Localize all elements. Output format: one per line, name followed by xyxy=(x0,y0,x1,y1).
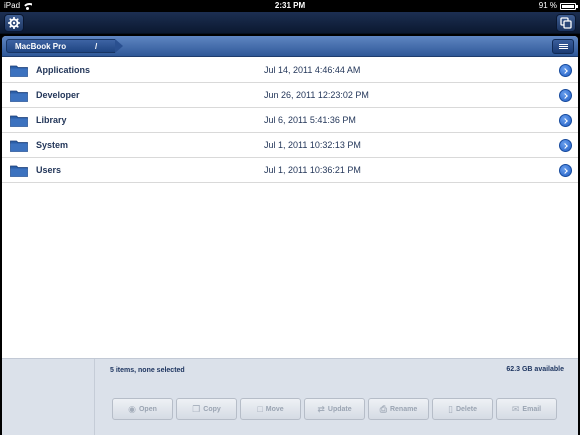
detail-disclosure-icon[interactable] xyxy=(559,64,572,77)
available-space: 62.3 GB available xyxy=(506,366,564,373)
file-row-developer[interactable]: Developer Jun 26, 2011 12:23:02 PM xyxy=(2,83,578,108)
delete-button[interactable]: ▯ Delete xyxy=(432,398,493,420)
copy-icon: ❐ xyxy=(192,403,201,414)
delete-label: Delete xyxy=(455,405,477,413)
file-name: Users xyxy=(36,165,62,175)
file-row-users[interactable]: Users Jul 1, 2011 10:36:21 PM xyxy=(2,158,578,183)
folder-icon xyxy=(10,115,28,127)
detail-disclosure-icon[interactable] xyxy=(559,89,572,102)
toolbar-side-column xyxy=(2,359,95,435)
email-label: Email xyxy=(522,405,542,413)
file-name: Library xyxy=(36,115,67,125)
file-row-system[interactable]: System Jul 1, 2011 10:32:13 PM xyxy=(2,133,578,158)
path-bar: MacBook Pro / xyxy=(2,36,578,57)
list-menu-button[interactable] xyxy=(552,39,574,54)
folder-icon xyxy=(10,165,28,177)
folder-icon xyxy=(10,65,28,77)
sync-icon: ⇄ xyxy=(317,403,325,414)
battery-percent: 91 % xyxy=(538,1,557,10)
status-bar: iPad 2:31 PM 91 % xyxy=(0,0,580,12)
document-icon: □ xyxy=(257,403,263,414)
file-name: Developer xyxy=(36,90,80,100)
detail-disclosure-icon[interactable] xyxy=(559,164,572,177)
folder-icon xyxy=(10,140,28,152)
detail-disclosure-icon[interactable] xyxy=(559,114,572,127)
file-date: Jul 1, 2011 10:32:13 PM xyxy=(264,140,361,150)
trash-icon: ▯ xyxy=(448,403,453,414)
eye-icon: ◉ xyxy=(128,403,136,414)
open-label: Open xyxy=(138,405,157,413)
email-button[interactable]: ✉ Email xyxy=(496,398,557,420)
file-date: Jul 14, 2011 4:46:44 AM xyxy=(264,65,361,75)
settings-button[interactable] xyxy=(4,14,24,32)
file-row-library[interactable]: Library Jul 6, 2011 5:41:36 PM xyxy=(2,108,578,133)
selection-status: 5 items, none selected xyxy=(110,367,185,374)
detail-disclosure-icon[interactable] xyxy=(559,139,572,152)
file-name: System xyxy=(36,140,69,150)
battery-icon xyxy=(560,2,578,10)
clock: 2:31 PM xyxy=(274,1,306,10)
copy-button[interactable]: ❐ Copy xyxy=(176,398,237,420)
file-date: Jul 1, 2011 10:36:21 PM xyxy=(264,165,361,175)
envelope-icon: ✉ xyxy=(511,403,520,414)
move-label: Move xyxy=(265,405,284,413)
file-name: Applications xyxy=(36,65,91,75)
top-navigation-bar xyxy=(0,12,580,34)
move-button[interactable]: □ Move xyxy=(240,398,301,420)
copy-label: Copy xyxy=(203,405,221,413)
copies-icon xyxy=(560,17,572,29)
file-list: Applications Jul 14, 2011 4:46:44 AM Dev… xyxy=(2,58,578,183)
rename-label: Rename xyxy=(389,405,418,413)
rename-icon: ⎙ xyxy=(379,403,387,414)
action-buttons: ◉ Open ❐ Copy □ Move ⇄ Update ⎙ Rename ▯… xyxy=(112,398,557,420)
list-menu-icon xyxy=(558,44,568,45)
open-button[interactable]: ◉ Open xyxy=(112,398,173,420)
update-label: Update xyxy=(327,405,352,413)
breadcrumb-macbook-pro[interactable]: MacBook Pro xyxy=(6,39,88,53)
gear-icon xyxy=(8,17,20,29)
file-browser-panel: MacBook Pro / Applications Jul 14, 2011 … xyxy=(2,36,578,435)
update-button[interactable]: ⇄ Update xyxy=(304,398,365,420)
breadcrumb-root[interactable]: / xyxy=(87,39,123,53)
file-date: Jul 6, 2011 5:41:36 PM xyxy=(264,115,356,125)
folder-icon xyxy=(10,90,28,102)
file-row-applications[interactable]: Applications Jul 14, 2011 4:46:44 AM xyxy=(2,58,578,83)
rename-button[interactable]: ⎙ Rename xyxy=(368,398,429,420)
bottom-toolbar: 5 items, none selected 62.3 GB available… xyxy=(2,358,578,435)
windows-button[interactable] xyxy=(556,14,576,32)
file-date: Jun 26, 2011 12:23:02 PM xyxy=(264,90,369,100)
